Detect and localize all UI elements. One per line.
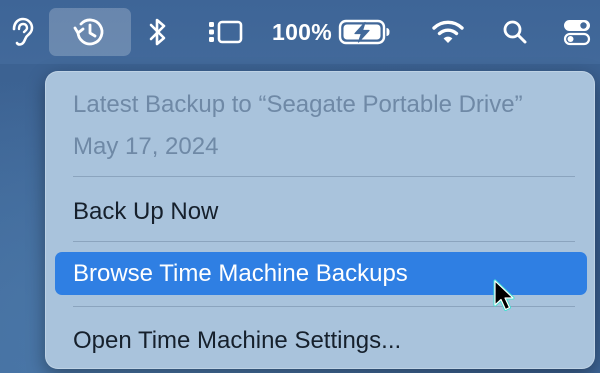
latest-backup-label: Latest Backup to “Seagate Portable Drive… xyxy=(73,91,523,118)
stage-manager-menu-extra[interactable] xyxy=(202,8,248,56)
battery-menu-extra[interactable]: 100% xyxy=(272,8,396,56)
control-center-menu-extra[interactable] xyxy=(558,8,596,56)
time-machine-menu: Latest Backup to “Seagate Portable Drive… xyxy=(45,71,595,369)
battery-percentage: 100% xyxy=(272,18,333,45)
battery-charging-icon xyxy=(338,19,390,45)
time-machine-icon xyxy=(73,18,104,46)
browse-backups-label: Browse Time Machine Backups xyxy=(73,260,408,287)
hearing-icon xyxy=(12,17,34,46)
time-machine-menu-extra[interactable] xyxy=(49,8,131,56)
mouse-pointer xyxy=(492,278,518,319)
bluetooth-menu-extra[interactable] xyxy=(140,8,176,56)
bluetooth-icon xyxy=(149,18,166,46)
control-center-icon xyxy=(563,20,591,46)
menu-separator xyxy=(73,241,575,242)
arrow-cursor-icon xyxy=(493,279,515,311)
wifi-menu-extra[interactable] xyxy=(428,8,468,56)
open-settings-item[interactable]: Open Time Machine Settings... xyxy=(73,327,401,355)
hearing-menu-extra[interactable] xyxy=(2,8,42,56)
spotlight-menu-extra[interactable] xyxy=(498,8,532,56)
stage-manager-icon xyxy=(209,20,243,44)
wifi-icon xyxy=(432,20,464,43)
back-up-now-item[interactable]: Back Up Now xyxy=(73,198,218,226)
search-icon xyxy=(503,20,527,44)
menu-separator xyxy=(73,176,575,177)
latest-backup-date: May 17, 2024 xyxy=(73,133,219,160)
menu-bar: 100% xyxy=(0,0,600,64)
